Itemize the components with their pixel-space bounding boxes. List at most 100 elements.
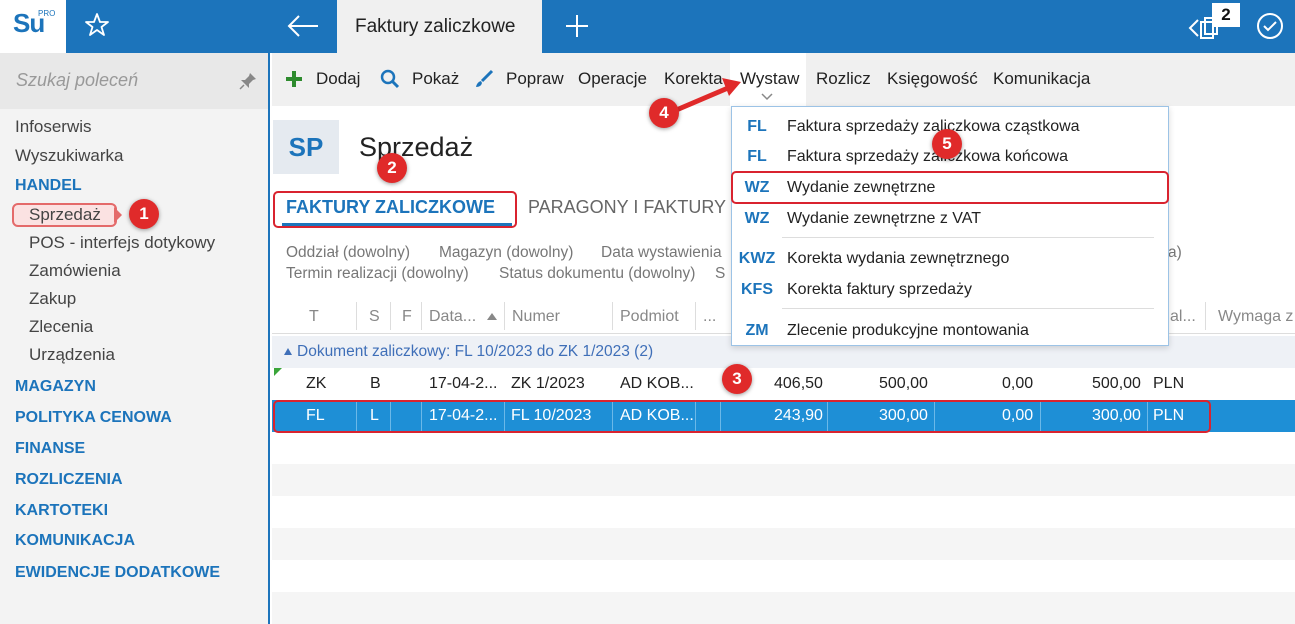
- collapse-triangle-icon[interactable]: [284, 348, 292, 355]
- cell-wartosc: 500,00: [1092, 375, 1141, 392]
- menu-item-kfs[interactable]: Korekta faktury sprzedaży: [787, 281, 972, 299]
- row-marker-icon: [274, 368, 282, 376]
- column-separator: [421, 302, 422, 330]
- chevron-down-icon: [761, 93, 773, 101]
- tab-paragony-i-faktury[interactable]: PARAGONY I FAKTURY: [528, 197, 726, 218]
- cell-date: 17-04-2...: [429, 375, 498, 392]
- empty-row: [272, 592, 1295, 624]
- wystaw-label[interactable]: Wystaw: [740, 69, 799, 89]
- menu-item-code: FL: [747, 118, 767, 135]
- pin-icon[interactable]: [238, 71, 258, 91]
- empty-row: [272, 528, 1295, 560]
- sidebar-section-finanse[interactable]: FINANSE: [15, 440, 85, 458]
- sort-asc-icon: [487, 313, 497, 320]
- menu-item-wz-vat[interactable]: Wydanie zewnętrzne z VAT: [787, 210, 981, 228]
- column-f[interactable]: F: [402, 308, 412, 326]
- tab-faktury-zaliczkowe[interactable]: Faktury zaliczkowe: [337, 0, 542, 53]
- column-separator: [356, 302, 357, 330]
- filter-cut-right[interactable]: a): [1168, 244, 1182, 262]
- sidebar-section-komunikacja[interactable]: KOMUNIKACJA: [15, 532, 135, 550]
- search-input[interactable]: Szukaj poleceń: [16, 70, 138, 91]
- column-numer[interactable]: Numer: [512, 308, 560, 326]
- column-wymaga[interactable]: Wymaga z: [1218, 308, 1293, 326]
- sidebar-item-wyszukiwarka[interactable]: Wyszukiwarka: [15, 146, 123, 166]
- sidebar-item-sprzedaz[interactable]: Sprzedaż: [29, 205, 101, 225]
- menu-item-code: ZM: [745, 322, 769, 339]
- plus-icon: [286, 71, 302, 87]
- sidebar-section-ewidencje[interactable]: EWIDENCJE DODATKOWE: [15, 564, 220, 582]
- action-toolbar: Dodaj Pokaż Popraw Operacje Korekta Wyst…: [272, 53, 1295, 106]
- cell-brutto: 500,00: [879, 375, 928, 392]
- column-separator: [612, 302, 613, 330]
- logo-pro-label: PRO: [38, 9, 56, 18]
- back-arrow-icon[interactable]: [286, 12, 320, 40]
- column-t[interactable]: T: [309, 308, 319, 326]
- column-s[interactable]: S: [369, 308, 380, 326]
- menu-item-zm[interactable]: Zlecenie produkcyjne montowania: [787, 322, 1029, 340]
- window-count-badge: 2: [1212, 3, 1240, 27]
- cell-zero: 0,00: [1002, 375, 1034, 392]
- sidebar-section-handel[interactable]: HANDEL: [15, 177, 82, 195]
- filter-cut[interactable]: S: [715, 265, 725, 283]
- korekta-button[interactable]: Korekta: [664, 69, 723, 89]
- column-data[interactable]: Data...: [429, 308, 476, 326]
- annotation-box-row: [273, 400, 1211, 433]
- search-icon: [380, 69, 400, 89]
- filter-termin[interactable]: Termin realizacji (dowolny): [286, 265, 469, 283]
- menu-item-code: KWZ: [738, 250, 776, 267]
- search-box[interactable]: Szukaj poleceń: [0, 53, 268, 109]
- sidebar-section-polityka-cenowa[interactable]: POLITYKA CENOWA: [15, 409, 172, 427]
- dodaj-button[interactable]: Dodaj: [316, 69, 360, 89]
- column-separator: [504, 302, 505, 330]
- sidebar-item-urzadzenia[interactable]: Urządzenia: [29, 345, 115, 365]
- sidebar-item-zlecenia[interactable]: Zlecenia: [29, 317, 93, 337]
- annotation-badge: 1: [129, 199, 159, 229]
- menu-item-fl-czastkowa[interactable]: Faktura sprzedaży zaliczkowa cząstkowa: [787, 118, 1080, 136]
- sidebar-section-magazyn[interactable]: MAGAZYN: [15, 378, 96, 396]
- favorites-star-icon[interactable]: [83, 11, 111, 39]
- menu-item-code: FL: [747, 148, 767, 165]
- new-tab-plus-icon[interactable]: [563, 12, 591, 40]
- checkmark-circle-icon[interactable]: [1256, 12, 1284, 40]
- sprzedaz-highlight-pointer: [114, 207, 122, 223]
- sidebar-item-infoserwis[interactable]: Infoserwis: [15, 117, 92, 137]
- group-label: Dokument zaliczkowy: FL 10/2023 do ZK 1/…: [297, 343, 654, 360]
- ksiegowosc-button[interactable]: Księgowość: [887, 69, 978, 89]
- annotation-badge: 5: [932, 129, 962, 159]
- sidebar-section-rozliczenia[interactable]: ROZLICZENIA: [15, 471, 123, 489]
- cell-subject: AD KOB...: [620, 375, 694, 392]
- menu-item-code: WZ: [744, 210, 770, 227]
- column-more[interactable]: ...: [703, 308, 716, 326]
- top-bar: Su PRO Faktury zaliczkowe 2: [0, 0, 1295, 53]
- popraw-button[interactable]: Popraw: [506, 69, 564, 89]
- rozlicz-button[interactable]: Rozlicz: [816, 69, 871, 89]
- sidebar-item-pos[interactable]: POS - interfejs dotykowy: [29, 233, 215, 253]
- pokaz-button[interactable]: Pokaż: [412, 69, 459, 89]
- sidebar-section-kartoteki[interactable]: KARTOTEKI: [15, 502, 108, 520]
- menu-item-kwz[interactable]: Korekta wydania zewnętrznego: [787, 250, 1009, 268]
- table-row[interactable]: ZK B 17-04-2... ZK 1/2023 AD KOB... 406,…: [272, 368, 1295, 400]
- komunikacja-button[interactable]: Komunikacja: [993, 69, 1090, 89]
- annotation-box-wz: [731, 171, 1169, 204]
- column-waluta[interactable]: al...: [1170, 308, 1196, 326]
- filter-data[interactable]: Data wystawienia: [601, 244, 722, 262]
- annotation-badge: 4: [649, 98, 679, 128]
- menu-item-fl-koncowa[interactable]: Faktura sprzedaży zaliczkowa końcowa: [787, 148, 1068, 166]
- cell-status: B: [370, 375, 381, 392]
- filter-magazyn[interactable]: Magazyn (dowolny): [439, 244, 573, 262]
- filter-status[interactable]: Status dokumentu (dowolny): [499, 265, 695, 283]
- sidebar-item-zamowienia[interactable]: Zamówienia: [29, 261, 121, 281]
- column-podmiot[interactable]: Podmiot: [620, 308, 679, 326]
- menu-divider: [782, 237, 1154, 238]
- filter-oddzial[interactable]: Oddział (dowolny): [286, 244, 410, 262]
- app-logo[interactable]: Su PRO: [0, 0, 66, 53]
- cell-currency: PLN: [1153, 375, 1185, 392]
- cell-number: ZK 1/2023: [511, 375, 585, 392]
- annotation-badge: 3: [722, 364, 752, 394]
- operacje-button[interactable]: Operacje: [578, 69, 647, 89]
- annotation-box-tab: [273, 191, 517, 228]
- brush-icon: [476, 69, 494, 87]
- empty-row: [272, 464, 1295, 496]
- sidebar-item-zakup[interactable]: Zakup: [29, 289, 76, 309]
- module-badge: SP: [273, 120, 339, 174]
